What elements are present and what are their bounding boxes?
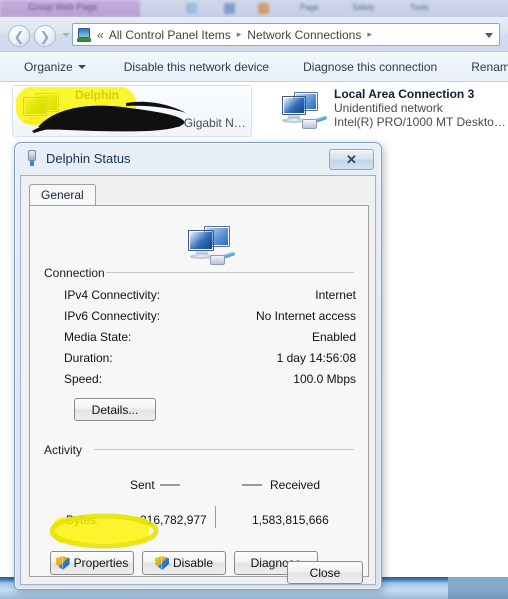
network-adapter-icon <box>278 90 332 132</box>
control-panel-icon <box>76 27 92 43</box>
connection-adapter: Intel(R) PRO/1000 MT Desktop Ad. <box>334 115 508 129</box>
row-value: No Internet access <box>255 309 356 323</box>
row-value: 1 day 14:56:08 <box>276 351 356 365</box>
uac-shield-icon <box>55 556 70 570</box>
breadcrumb-item-network-connections[interactable]: Network Connections <box>247 28 361 42</box>
browser-toolbar-strip: Group Web Page Page Safety Tools <box>0 0 508 17</box>
breadcrumb-separator-icon[interactable]: ▸ <box>231 29 248 40</box>
tab-general[interactable]: General <box>29 184 96 206</box>
properties-button-label: Properties <box>73 556 129 570</box>
connection-text-block: Delphin Intel(R) 82566DM-2 Gigabit Netwo… <box>75 88 251 130</box>
activity-group-label: Activity <box>44 443 88 457</box>
sent-connector-line <box>160 484 180 486</box>
toolbar-icon-2 <box>224 3 235 14</box>
connection-subtitle <box>75 102 251 116</box>
address-bar[interactable]: « All Control Panel Items ▸ Network Conn… <box>72 23 500 46</box>
close-button-label: Close <box>309 565 341 580</box>
back-button[interactable]: ❮ <box>8 25 30 47</box>
tab-page-general: Connection IPv4 Connectivity: Internet I… <box>29 205 369 577</box>
close-dialog-button[interactable]: Close <box>287 561 363 584</box>
dialog-title-bar: Delphin Status <box>25 150 131 166</box>
organize-label: Organize <box>24 59 73 74</box>
connection-name: Delphin <box>75 88 119 102</box>
uac-shield-icon <box>154 556 169 570</box>
connection-group-label: Connection <box>44 266 110 280</box>
disable-button-label: Disable <box>172 556 214 570</box>
connection-text-block: Local Area Connection 3 Unidentified net… <box>334 87 508 129</box>
dialog-close-button[interactable]: ✕ <box>329 149 374 170</box>
sent-label: Sent <box>130 478 155 492</box>
breadcrumb-item-control-panel[interactable]: All Control Panel Items <box>109 28 231 42</box>
toolbar-icon-3 <box>258 3 269 14</box>
toolbar-ghost-2: Safety <box>352 3 375 12</box>
tab-strip: General <box>29 184 96 206</box>
row-key: Duration: <box>64 351 113 365</box>
connection-group-divider <box>106 272 354 273</box>
network-status-icon <box>25 150 39 166</box>
bytes-label: Bytes: <box>66 513 100 527</box>
received-label: Received <box>270 478 321 492</box>
received-bytes-value: 1,583,815,666 <box>252 513 329 527</box>
sent-bytes-value: 316,782,977 <box>140 513 207 527</box>
toolbar-icon-1 <box>186 3 197 14</box>
delphin-status-dialog: Delphin Status ✕ General Connection IPv4… <box>14 142 382 590</box>
row-key: Speed: <box>64 372 103 386</box>
close-icon: ✕ <box>346 152 357 167</box>
toolbar-ghost-1: Page <box>300 3 319 12</box>
dialog-body: General Connection IPv4 Connectivity: In… <box>20 175 376 585</box>
chevron-down-icon <box>77 65 86 70</box>
properties-button[interactable]: Properties <box>50 551 134 575</box>
connection-name: Local Area Connection 3 <box>334 87 475 101</box>
row-value: 100.0 Mbps <box>293 372 356 386</box>
activity-monitors-icon <box>182 224 238 268</box>
row-key: Media State: <box>64 330 132 344</box>
back-arrow-icon: ❮ <box>13 28 25 44</box>
activity-group-divider <box>94 449 354 450</box>
diagnose-connection-button[interactable]: Diagnose this connection <box>293 56 447 78</box>
row-key: IPv4 Connectivity: <box>64 288 161 302</box>
command-bar: Organize Disable this network device Dia… <box>0 52 508 82</box>
taskbar-segment[interactable] <box>448 577 508 599</box>
address-bar-row: ❮ ❯ « All Control Panel Items ▸ Network … <box>0 17 508 52</box>
browser-tab-label: Group Web Page <box>28 2 98 12</box>
row-value: Enabled <box>311 330 356 344</box>
row-key: IPv6 Connectivity: <box>64 309 161 323</box>
dialog-title-text: Delphin Status <box>46 150 131 166</box>
chevron-down-icon[interactable] <box>62 33 70 37</box>
details-button-label: Details... <box>91 402 139 417</box>
disable-button[interactable]: Disable <box>142 551 226 575</box>
network-adapter-icon <box>19 91 73 133</box>
details-button[interactable]: Details... <box>74 398 156 421</box>
forward-button[interactable]: ❯ <box>34 25 56 47</box>
received-connector-line <box>242 484 262 486</box>
connection-item-delphin[interactable]: Delphin Intel(R) 82566DM-2 Gigabit Netwo… <box>12 85 252 137</box>
breadcrumb-overflow-chevron[interactable]: « <box>95 28 109 42</box>
toolbar-ghost-3: Tools <box>410 3 429 12</box>
connection-adapter: Intel(R) 82566DM-2 Gigabit Netwo... <box>75 116 251 130</box>
organize-menu-button[interactable]: Organize <box>14 56 96 78</box>
row-value: Internet <box>315 288 356 302</box>
connection-item-lac3[interactable]: Local Area Connection 3 Unidentified net… <box>272 85 508 137</box>
disable-device-button[interactable]: Disable this network device <box>114 56 279 78</box>
activity-divider <box>215 506 216 528</box>
address-dropdown-icon[interactable] <box>485 33 493 38</box>
forward-arrow-icon: ❯ <box>39 28 51 44</box>
rename-connection-button[interactable]: Rename th <box>461 56 508 78</box>
connection-subtitle: Unidentified network <box>334 101 443 115</box>
breadcrumb-separator-icon-2[interactable]: ▸ <box>361 29 378 40</box>
